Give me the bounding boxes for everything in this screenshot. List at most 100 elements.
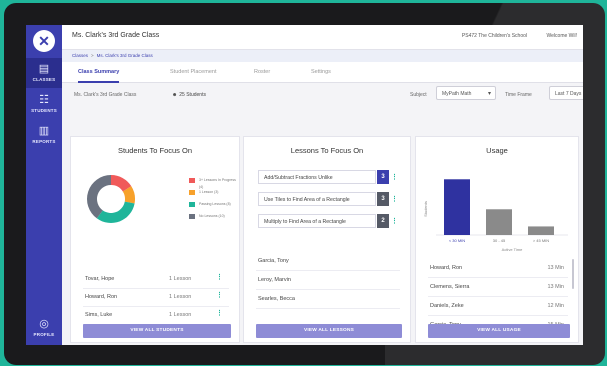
sidebar-item-classes[interactable]: ▤ CLASSES — [26, 58, 62, 88]
lessons-to-focus-panel: Lessons To Focus On Add/Subtract Fractio… — [243, 136, 411, 343]
tab-bar: Class Summary Student Placement Roster S… — [62, 62, 583, 83]
student-name: Daniels, Zeke — [430, 303, 464, 309]
logo-icon: ✕ — [38, 33, 50, 49]
lesson-label: Add/Subtract Fractions Unlike — [264, 175, 333, 181]
subject-value: MyPath Math — [442, 91, 472, 97]
legend-label: 3+ Lessons In Progress (4) — [199, 178, 236, 189]
more-options-icon[interactable]: ⋮ — [216, 292, 223, 300]
app-logo[interactable]: ✕ — [33, 30, 55, 52]
more-options-icon[interactable]: ⋮ — [216, 274, 223, 282]
legend-item: No Lessons (10) — [189, 213, 225, 220]
usage-row[interactable]: Clemens, Sierra 13 Min — [428, 279, 568, 297]
legend-label: No Lessons (10) — [199, 214, 225, 218]
filter-class-name: Ms. Clark's 3rd Grade Class — [74, 92, 137, 98]
student-row[interactable]: Howard, Ron 1 Lesson ⋮ — [83, 289, 229, 307]
timeframe-value: Last 7 Days — [555, 91, 582, 97]
usage-x-axis-label: Active Time — [502, 247, 523, 252]
usage-category-label: > 45 MIN — [533, 238, 549, 243]
lesson-item[interactable]: Multiply to Find Area of a Rectangle 2 ⋮ — [258, 214, 398, 228]
timeframe-select[interactable]: Last 7 Days ▾ — [549, 86, 583, 100]
tab-roster[interactable]: Roster — [254, 62, 270, 81]
student-lessons: 1 Lesson — [169, 312, 192, 318]
usage-bar[interactable] — [444, 179, 470, 235]
usage-bar[interactable] — [486, 209, 512, 235]
breadcrumb-separator: > — [91, 53, 94, 58]
breadcrumb: Classes > Ms. Clark's 3rd Grade Class — [62, 50, 583, 62]
students-icon: ☻ — [172, 92, 178, 98]
lesson-student-row[interactable]: Leroy, Marvin — [256, 272, 400, 290]
legend-swatch — [189, 190, 195, 195]
student-row[interactable]: Sims, Luke 1 Lesson ⋮ — [83, 307, 229, 325]
lesson-student-row[interactable]: Searles, Becca — [256, 291, 400, 309]
usage-category-label: < 30 MIN — [449, 238, 465, 243]
student-name: Clemens, Sierra — [430, 284, 470, 290]
legend-item: 3+ Lessons In Progress (4) — [189, 177, 239, 189]
usage-minutes: 13 Min — [547, 284, 564, 290]
more-options-icon[interactable]: ⋮ — [391, 215, 398, 229]
sidebar-item-profile[interactable]: ◎ PROFILE — [26, 313, 62, 343]
lesson-count-badge: 3 — [377, 170, 389, 184]
legend-item: 1 Lesson (3) — [189, 189, 218, 196]
lesson-label: Use Tiles to Find Area of a Rectangle — [264, 197, 350, 203]
breadcrumb-root[interactable]: Classes — [72, 53, 88, 58]
students-icon: ☷ — [39, 94, 49, 106]
legend-swatch — [189, 214, 195, 219]
timeframe-label: Time Frame — [505, 92, 532, 98]
lesson-item[interactable]: Use Tiles to Find Area of a Rectangle 3 ⋮ — [258, 192, 398, 206]
breadcrumb-current: Ms. Clark's 3rd Grade Class — [96, 53, 153, 58]
view-all-students-button[interactable]: VIEW ALL STUDENTS — [83, 324, 231, 338]
app-screen: ✕ ▤ CLASSES ☷ STUDENTS ▥ REPORTS ◎ PROFI… — [26, 25, 583, 345]
lesson-student-row[interactable]: Garcia, Tony — [256, 253, 400, 271]
chevron-down-icon: ▾ — [487, 91, 491, 97]
student-name: Garcia, Tony — [258, 258, 289, 264]
usage-row[interactable]: Daniels, Zeke 12 Min — [428, 298, 568, 316]
usage-row[interactable]: Howard, Ron 13 Min — [428, 260, 568, 278]
sidebar-item-label: STUDENTS — [31, 108, 57, 113]
legend-swatch — [189, 178, 195, 183]
legend-label: Passing Lessons (8) — [199, 202, 231, 206]
student-name: Tovar, Hope — [85, 276, 115, 282]
lesson-label: Multiply to Find Area of a Rectangle — [264, 219, 346, 225]
tab-student-placement[interactable]: Student Placement — [170, 62, 216, 81]
profile-icon: ◎ — [39, 318, 49, 330]
lesson-count-badge: 3 — [377, 192, 389, 206]
student-count-label: 25 Students — [179, 92, 206, 98]
more-options-icon[interactable]: ⋮ — [391, 171, 398, 185]
legend-item: Passing Lessons (8) — [189, 201, 231, 208]
lesson-item[interactable]: Add/Subtract Fractions Unlike 3 ⋮ — [258, 170, 398, 184]
view-all-lessons-button[interactable]: VIEW ALL LESSONS — [256, 324, 402, 338]
class-title: Ms. Clark's 3rd Grade Class — [72, 32, 160, 39]
sidebar-item-label: CLASSES — [32, 77, 56, 82]
donut-segment — [86, 175, 111, 219]
usage-list-scrollbar[interactable] — [572, 259, 574, 289]
subject-label: Subject — [410, 92, 427, 98]
student-row[interactable]: Tovar, Hope 1 Lesson ⋮ — [83, 271, 229, 289]
welcome-user[interactable]: Welcome Wil! — [547, 33, 577, 39]
usage-category-label: 30 - 45 — [493, 238, 506, 243]
view-all-usage-button[interactable]: VIEW ALL USAGE — [428, 324, 570, 338]
top-bar: Ms. Clark's 3rd Grade Class PS472 The Ch… — [62, 25, 583, 50]
sidebar-item-students[interactable]: ☷ STUDENTS — [26, 89, 62, 119]
classes-icon: ▤ — [38, 63, 50, 75]
lesson-count-badge: 2 — [377, 214, 389, 228]
tab-settings[interactable]: Settings — [311, 62, 331, 81]
students-panel-title: Students To Focus On — [117, 146, 193, 155]
student-name: Howard, Ron — [85, 294, 118, 300]
student-name: Sims, Luke — [85, 312, 113, 318]
donut-segment — [96, 201, 135, 223]
student-name: Leroy, Marvin — [258, 277, 291, 283]
usage-minutes: 12 Min — [547, 303, 564, 309]
usage-bar[interactable] — [528, 226, 554, 235]
usage-panel: Usage Students Active Time < 30 MIN 30 - … — [415, 136, 579, 343]
sidebar-item-reports[interactable]: ▥ REPORTS — [26, 120, 62, 150]
reports-icon: ▥ — [38, 125, 50, 137]
usage-panel-title: Usage — [486, 146, 508, 155]
students-donut-chart — [86, 175, 135, 223]
more-options-icon[interactable]: ⋮ — [391, 193, 398, 207]
usage-minutes: 13 Min — [547, 265, 564, 271]
student-lessons: 1 Lesson — [169, 294, 192, 300]
tab-class-summary[interactable]: Class Summary — [78, 62, 120, 83]
more-options-icon[interactable]: ⋮ — [216, 310, 223, 318]
usage-bar-chart: Students Active Time < 30 MIN 30 - 45 > 45… — [423, 179, 568, 252]
subject-select[interactable]: MyPath Math ▾ — [436, 86, 496, 100]
